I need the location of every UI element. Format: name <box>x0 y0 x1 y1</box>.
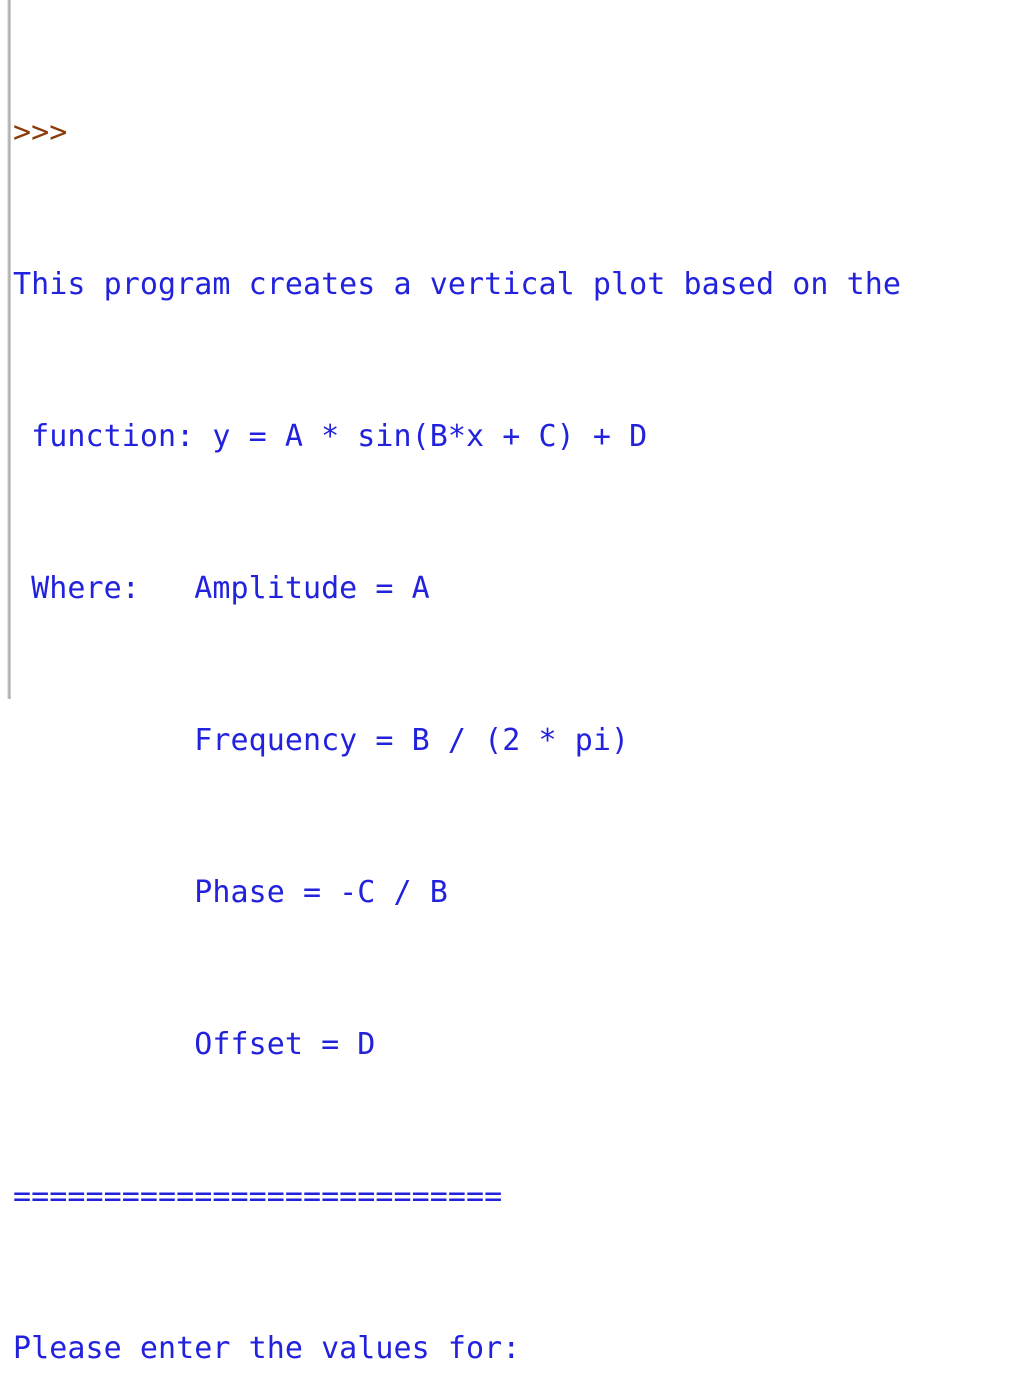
editor-gutter-divider <box>7 0 11 699</box>
program-intro-line-1: This program creates a vertical plot bas… <box>13 267 901 302</box>
program-where-offset: Offset = D <box>13 1027 376 1062</box>
program-where-frequency: Frequency = B / (2 * pi) <box>13 723 630 758</box>
separator-rule: =========================== <box>13 1179 503 1214</box>
shell-prompt: >>> <box>13 115 68 150</box>
prompt-enter-values: Please enter the values for: <box>13 1331 521 1366</box>
console-output-area[interactable]: >>> This program creates a vertical plot… <box>13 0 1024 1366</box>
program-where-amplitude: Where: Amplitude = A <box>13 571 430 606</box>
program-function-line: function: y = A * sin(B*x + C) + D <box>13 419 648 454</box>
idle-shell-window: >>> This program creates a vertical plot… <box>0 0 1024 1366</box>
program-where-phase: Phase = -C / B <box>13 875 448 910</box>
